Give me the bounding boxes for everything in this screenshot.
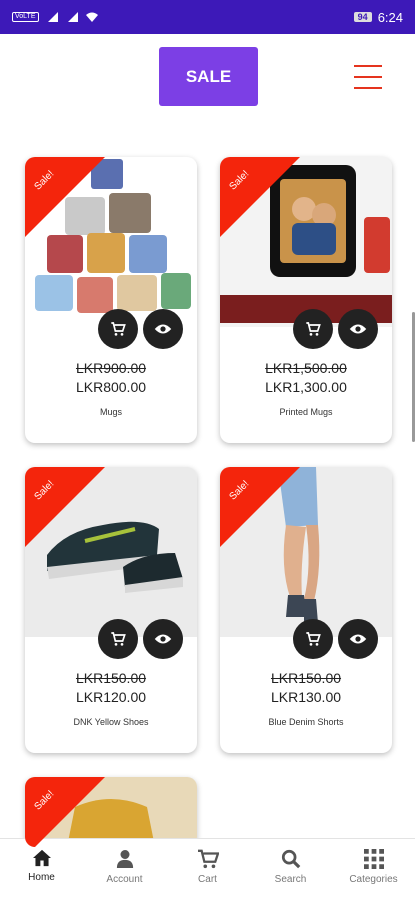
battery-icon: 94 — [353, 12, 372, 22]
cart-icon — [306, 322, 321, 336]
cart-icon — [306, 632, 321, 646]
product-name[interactable]: DNK Yellow Shoes — [25, 717, 197, 727]
cart-icon — [111, 322, 126, 336]
product-name[interactable]: Printed Mugs — [220, 407, 392, 417]
app-header: SALE — [0, 34, 415, 126]
status-bar: VoLTE 94 6:24 — [0, 0, 415, 34]
nav-label: Account — [106, 874, 143, 885]
sale-price: LKR1,300.00 — [265, 379, 347, 395]
regular-price: LKR1,500.00 — [265, 360, 347, 376]
nav-search[interactable]: Search — [249, 839, 332, 900]
product-name[interactable]: Blue Denim Shorts — [220, 717, 392, 727]
wifi-icon — [85, 12, 98, 22]
product-card[interactable]: Sale! — [25, 777, 197, 847]
add-to-cart-button[interactable] — [98, 309, 138, 349]
sale-ribbon — [25, 467, 105, 547]
sale-price: LKR800.00 — [75, 379, 147, 395]
nav-label: Home — [28, 872, 55, 883]
nav-label: Search — [274, 874, 307, 885]
sale-button[interactable]: SALE — [159, 47, 258, 106]
regular-price: LKR900.00 — [75, 360, 147, 376]
eye-icon — [154, 634, 172, 644]
cart-icon — [197, 849, 219, 869]
home-icon — [32, 849, 51, 867]
nav-label: Cart — [198, 874, 217, 885]
grid-icon — [363, 849, 384, 869]
sale-ribbon — [25, 777, 105, 847]
product-card[interactable]: Sale! LKR1,500.00 LKR1,300.00 Printed Mu… — [220, 157, 392, 443]
nav-home[interactable]: Home — [0, 839, 83, 900]
sale-price: LKR120.00 — [75, 689, 147, 705]
product-card[interactable]: Sale! LKR150.00 LKR130.00 Blue Denim Sho… — [220, 467, 392, 753]
search-icon — [281, 849, 300, 869]
product-card[interactable]: Sale! LKR900.00 LKR800.00 Mugs — [25, 157, 197, 443]
sale-ribbon — [220, 467, 300, 547]
eye-icon — [349, 634, 367, 644]
cart-icon — [111, 632, 126, 646]
regular-price: LKR150.00 — [75, 670, 147, 686]
product-card[interactable]: Sale! LKR150.00 LKR120.00 DNK Yellow Sho… — [25, 467, 197, 753]
sale-ribbon — [25, 157, 105, 237]
user-icon — [116, 850, 133, 868]
add-to-cart-button[interactable] — [293, 619, 333, 659]
bottom-navigation: Home Account Cart Search Categories — [0, 838, 415, 900]
add-to-cart-button[interactable] — [293, 309, 333, 349]
hamburger-menu-icon[interactable] — [354, 65, 382, 91]
quick-view-button[interactable] — [143, 619, 183, 659]
nav-account[interactable]: Account — [83, 839, 166, 900]
nav-label: Categories — [349, 874, 398, 885]
signal-icon — [67, 12, 78, 22]
sale-price: LKR130.00 — [270, 689, 342, 705]
nav-categories[interactable]: Categories — [332, 839, 415, 900]
nav-cart[interactable]: Cart — [166, 839, 249, 900]
sale-ribbon — [220, 157, 300, 237]
eye-icon — [349, 324, 367, 334]
quick-view-button[interactable] — [338, 309, 378, 349]
quick-view-button[interactable] — [143, 309, 183, 349]
signal-icon — [47, 12, 58, 22]
eye-icon — [154, 324, 172, 334]
clock: 6:24 — [377, 9, 403, 25]
add-to-cart-button[interactable] — [98, 619, 138, 659]
quick-view-button[interactable] — [338, 619, 378, 659]
volte-icon: VoLTE — [12, 12, 39, 22]
regular-price: LKR150.00 — [270, 670, 342, 686]
product-name[interactable]: Mugs — [25, 407, 197, 417]
